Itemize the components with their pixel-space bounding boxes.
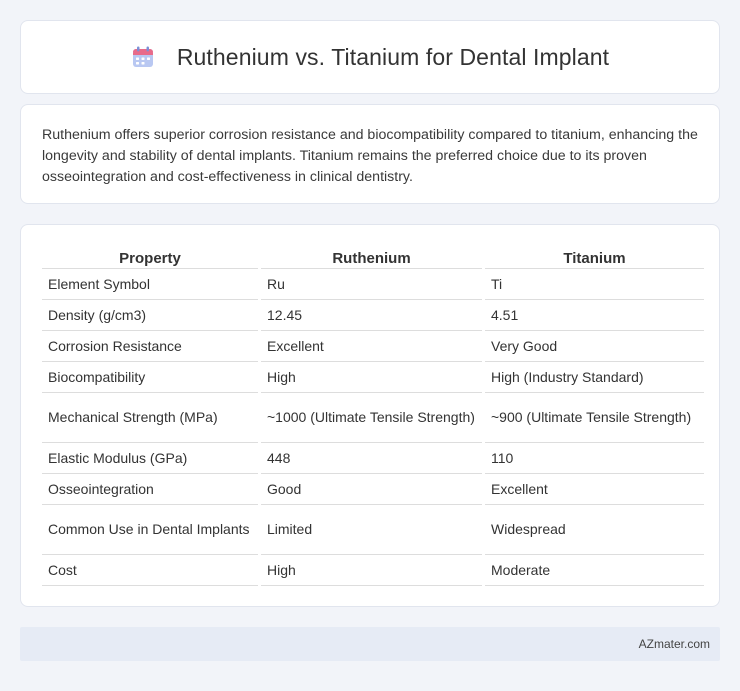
table-row: Common Use in Dental Implants Limited Wi…: [42, 505, 704, 555]
property-cell: Osseointegration: [42, 474, 258, 505]
titanium-cell: 110: [485, 443, 704, 474]
property-cell: Elastic Modulus (GPa): [42, 443, 258, 474]
titanium-cell: Widespread: [485, 505, 704, 555]
table-row: Elastic Modulus (GPa) 448 110: [42, 443, 704, 474]
property-cell: Mechanical Strength (MPa): [42, 393, 258, 443]
ruthenium-cell: Limited: [261, 505, 482, 555]
ruthenium-cell: Excellent: [261, 331, 482, 362]
summary-text: Ruthenium offers superior corrosion resi…: [42, 127, 698, 185]
comparison-table: Property Ruthenium Titanium Element Symb…: [39, 245, 707, 586]
property-cell: Biocompatibility: [42, 362, 258, 393]
footer-source-link[interactable]: AZmater.com: [639, 637, 710, 651]
table-row: Mechanical Strength (MPa) ~1000 (Ultimat…: [42, 393, 704, 443]
titanium-cell: Ti: [485, 269, 704, 300]
table-row: Osseointegration Good Excellent: [42, 474, 704, 505]
table-row: Cost High Moderate: [42, 555, 704, 586]
property-cell: Corrosion Resistance: [42, 331, 258, 362]
comparison-table-card: Property Ruthenium Titanium Element Symb…: [20, 224, 720, 607]
header-titanium: Titanium: [485, 245, 704, 269]
ruthenium-cell: Good: [261, 474, 482, 505]
table-row: Element Symbol Ru Ti: [42, 269, 704, 300]
footer: AZmater.com: [20, 627, 720, 661]
ruthenium-cell: ~1000 (Ultimate Tensile Strength): [261, 393, 482, 443]
title-card: Ruthenium vs. Titanium for Dental Implan…: [20, 20, 720, 94]
calendar-icon: [131, 45, 155, 69]
ruthenium-cell: 12.45: [261, 300, 482, 331]
ruthenium-cell: High: [261, 555, 482, 586]
header-property: Property: [42, 245, 258, 269]
table-row: Density (g/cm3) 12.45 4.51: [42, 300, 704, 331]
ruthenium-cell: Ru: [261, 269, 482, 300]
table-header-row: Property Ruthenium Titanium: [42, 245, 704, 269]
ruthenium-cell: High: [261, 362, 482, 393]
property-cell: Common Use in Dental Implants: [42, 505, 258, 555]
titanium-cell: Excellent: [485, 474, 704, 505]
header-ruthenium: Ruthenium: [261, 245, 482, 269]
titanium-cell: Very Good: [485, 331, 704, 362]
property-cell: Element Symbol: [42, 269, 258, 300]
titanium-cell: 4.51: [485, 300, 704, 331]
table-row: Biocompatibility High High (Industry Sta…: [42, 362, 704, 393]
titanium-cell: Moderate: [485, 555, 704, 586]
titanium-cell: High (Industry Standard): [485, 362, 704, 393]
summary-card: Ruthenium offers superior corrosion resi…: [20, 104, 720, 204]
property-cell: Cost: [42, 555, 258, 586]
page-title: Ruthenium vs. Titanium for Dental Implan…: [176, 43, 610, 70]
property-cell: Density (g/cm3): [42, 300, 258, 331]
table-row: Corrosion Resistance Excellent Very Good: [42, 331, 704, 362]
titanium-cell: ~900 (Ultimate Tensile Strength): [485, 393, 704, 443]
ruthenium-cell: 448: [261, 443, 482, 474]
